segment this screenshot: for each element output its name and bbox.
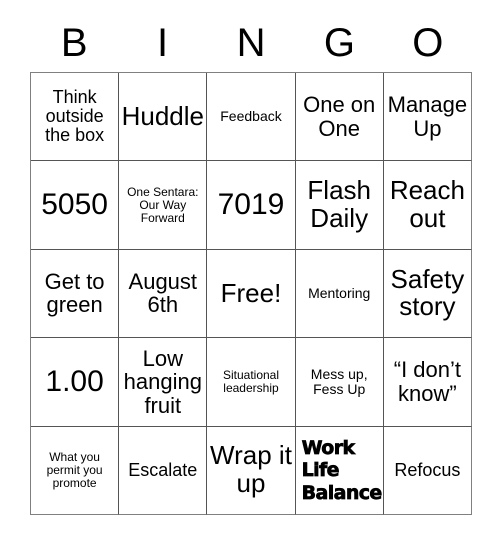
bingo-cell-text: “I don’t know” (393, 357, 462, 406)
bingo-cell-text: Free! (220, 277, 282, 308)
bingo-cell-r5c5[interactable]: Refocus (383, 426, 472, 515)
bingo-cell-r4c3[interactable]: Situational leadership (207, 338, 296, 427)
bingo-cell-r5c3[interactable]: Wrap it up (207, 426, 296, 515)
bingo-grid: Think outside the box Huddle Feedback One o… (30, 72, 472, 515)
bingo-header-letter-g: G (323, 21, 355, 65)
bingo-header-letter-o: O (412, 21, 444, 65)
bingo-header-letter-n: N (236, 21, 266, 65)
bingo-cell-r4c5[interactable]: “I don’t know” (383, 338, 472, 427)
bingo-cell-r2c5[interactable]: Reach out (383, 161, 472, 250)
bingo-cell-r5c2[interactable]: Escalate (119, 426, 208, 515)
bingo-cell-r4c1[interactable]: 1.00 (31, 338, 120, 427)
bingo-cell-r5c4[interactable]: Work Life Balance (295, 426, 384, 515)
bingo-cell-text: What you permit you promote (46, 450, 103, 490)
bingo-cell-text: Refocus (394, 459, 461, 480)
bingo-cell-r1c5[interactable]: Manage Up (383, 73, 472, 162)
bingo-cell-r1c4[interactable]: One on One (295, 73, 384, 162)
bingo-cell-text: Safety story (390, 263, 465, 322)
bingo-cell-r1c1[interactable]: Think outside the box (31, 73, 120, 162)
bingo-cell-r3c4[interactable]: Mentoring (295, 249, 384, 339)
bingo-cell-r2c1[interactable]: 5050 (31, 161, 120, 250)
bingo-cell-text: Huddle (121, 100, 204, 131)
bingo-header-letter-i: I (157, 21, 169, 65)
bingo-cell-text: Escalate (128, 459, 198, 480)
bingo-cell-r3c2[interactable]: August 6th (119, 249, 208, 339)
bingo-cell-text: 1.00 (45, 364, 104, 398)
bingo-cell-text: Low hanging fruit (123, 345, 202, 418)
bingo-cell-text: Mess up, Fess Up (310, 365, 368, 397)
bingo-cell-r3c5[interactable]: Safety story (383, 249, 472, 339)
bingo-cell-r3c1[interactable]: Get to green (31, 249, 120, 339)
bingo-cell-r2c2[interactable]: One Sentara: Our Way Forward (119, 161, 208, 250)
bingo-header-letter-b: B (60, 21, 88, 65)
bingo-header-row: B I N G O (30, 14, 472, 72)
bingo-cell-r2c4[interactable]: Flash Daily (295, 161, 384, 250)
bingo-cell-text: August 6th (128, 268, 198, 318)
bingo-cell-text: Situational leadership (222, 368, 280, 395)
bingo-cell-text: Get to green (44, 268, 105, 318)
bingo-cell-text: Manage Up (387, 92, 468, 141)
bingo-cell-text: Flash Daily (307, 175, 371, 234)
bingo-cell-text: One Sentara: Our Way Forward (127, 184, 199, 225)
bingo-cell-text: Wrap it up (210, 440, 292, 499)
bingo-cell-text: Work Life Balance (301, 436, 382, 504)
bingo-cell-text: 7019 (217, 188, 285, 222)
bingo-cell-r1c3[interactable]: Feedback (207, 73, 296, 162)
bingo-cell-r4c2[interactable]: Low hanging fruit (119, 338, 208, 427)
bingo-cell-r3c3[interactable]: Free! (207, 249, 296, 339)
bingo-card: B I N G O Think outside the box Huddle Fee… (0, 0, 500, 544)
bingo-cell-text: Feedback (220, 108, 282, 125)
bingo-cell-r2c3[interactable]: 7019 (207, 161, 296, 250)
bingo-cell-text: Mentoring (308, 285, 371, 301)
bingo-cell-r1c2[interactable]: Huddle (119, 73, 208, 162)
bingo-cell-r4c4[interactable]: Mess up, Fess Up (295, 338, 384, 427)
bingo-cell-text: One on One (303, 92, 376, 141)
bingo-cell-text: Think outside the box (45, 86, 105, 146)
bingo-cell-r5c1[interactable]: What you permit you promote (31, 426, 120, 515)
bingo-cell-text: Reach out (389, 175, 465, 234)
bingo-cell-text: 5050 (41, 188, 108, 222)
